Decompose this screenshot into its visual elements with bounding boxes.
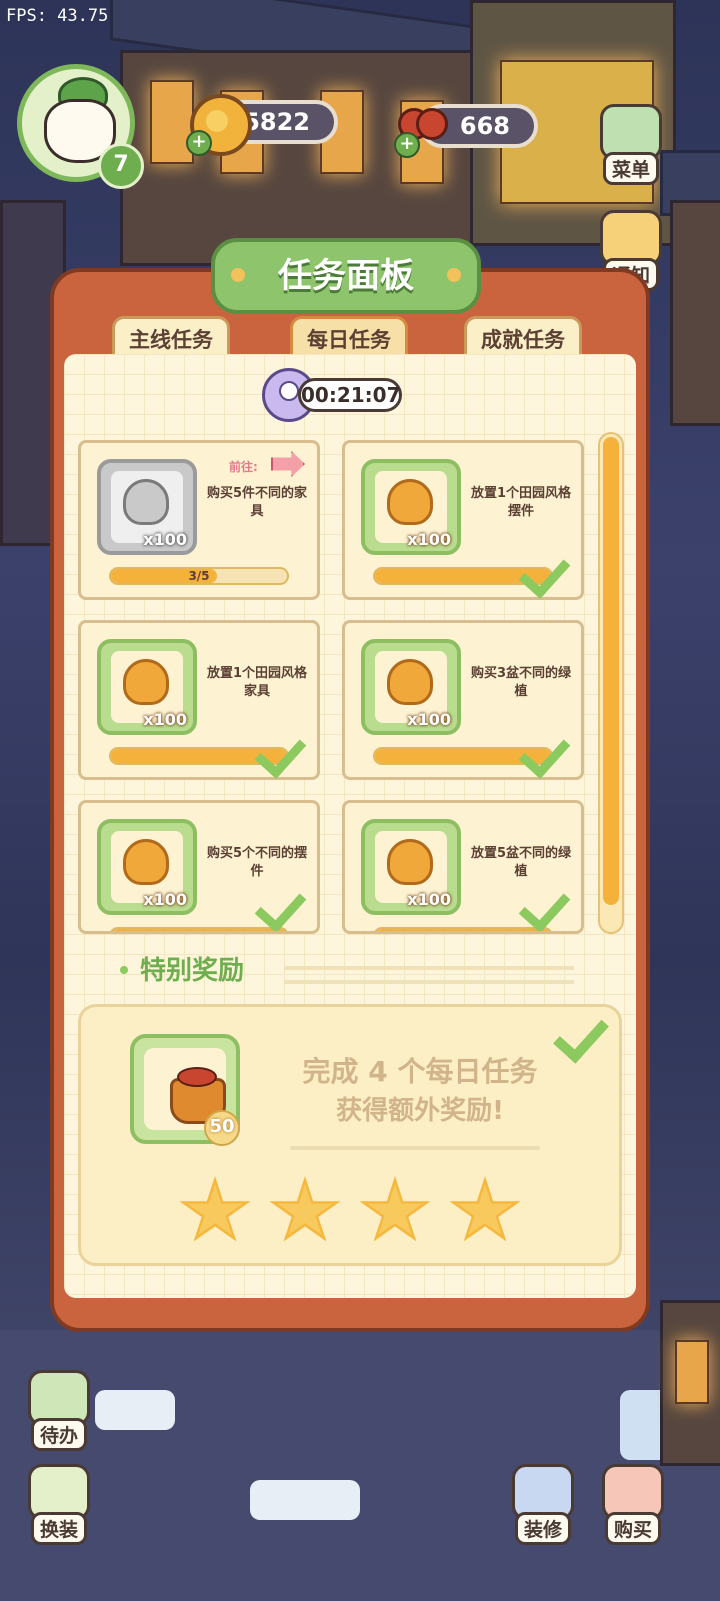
panel-title: 任务面板 [211,238,481,314]
window [150,80,194,164]
player-level-badge: 7 [98,143,144,189]
wood-pile-icon [387,839,433,885]
task-list-scrollbar[interactable] [598,432,624,934]
special-reward-title: 特别奖励 [140,956,245,986]
reset-timer: 00:21:07 [298,378,402,412]
task-description: 购买5个不同的摆件 [206,846,308,879]
add-coins-button[interactable]: + [186,130,212,156]
wood-pile-icon [387,479,433,525]
reward-quantity: x100 [407,530,451,549]
shop-button[interactable]: 购买 [598,1464,668,1545]
reward-divider [290,1146,540,1150]
bullet-dot [120,966,128,974]
todo-label: 待办 [30,1418,87,1451]
task-description: 放置1个田园风格家具 [206,666,308,699]
reward-bonus-text: 获得额外奖励! [336,1096,504,1126]
snow-pile [95,1390,175,1430]
menu-label: 菜单 [602,152,659,185]
check-icon [254,726,307,779]
task-description: 放置5盆不同的绿植 [470,846,572,879]
goto-arrow-icon[interactable] [271,451,305,477]
add-cherries-button[interactable]: + [394,132,420,158]
check-icon [518,546,571,599]
todo-button[interactable]: 待办 [24,1370,94,1451]
wood-pile-icon [387,659,433,705]
dress-button[interactable]: 换装 [24,1464,94,1545]
task-card[interactable]: x100 放置1个田园风格摆件 [342,440,584,600]
wood-pile-icon [123,479,169,525]
task-description: 购买5件不同的家具 [206,486,308,519]
fps-counter: FPS: 43.75 [6,6,109,26]
decorate-label: 装修 [514,1512,571,1545]
furniture-reward-icon: x100 [361,459,461,555]
goto-label: 前往: [229,460,258,474]
check-icon [518,880,571,931]
furniture-reward-icon: x100 [361,819,461,915]
reward-quantity: x100 [407,710,451,729]
furniture-reward-icon: x100 [361,639,461,735]
window [675,1340,709,1404]
task-card[interactable]: x100 购买3盆不同的绿植 [342,620,584,780]
scrollbar-thumb[interactable] [603,437,619,905]
wood-pile-icon [123,659,169,705]
reward-quantity: x100 [143,530,187,549]
task-card[interactable]: x100 购买5件不同的家具 3/5 前往: [78,440,320,600]
task-card[interactable]: x100 放置1个田园风格家具 [78,620,320,780]
dress-label: 换装 [30,1512,87,1545]
reward-quantity: x100 [143,710,187,729]
furniture-reward-icon: x100 [97,819,197,915]
task-progress-bar [109,927,289,931]
decorate-button[interactable]: 装修 [508,1464,578,1545]
task-card[interactable]: x100 购买5个不同的摆件 [78,800,320,934]
reward-quantity: x100 [407,890,451,909]
reward-quantity: 50 [204,1110,240,1146]
task-description: 购买3盆不同的绿植 [470,666,572,699]
reward-condition-text: 完成 4 个每日任务 [302,1055,538,1088]
progress-text: 3/5 [188,569,210,583]
title-divider [284,966,574,984]
progress-fill [111,929,287,931]
snow-pile [250,1480,360,1520]
check-icon [518,726,571,779]
reward-quantity: x100 [143,890,187,909]
furniture-reward-icon: x100 [97,459,197,555]
wood-pile-icon [123,839,169,885]
furniture-reward-icon: x100 [97,639,197,735]
check-icon [254,880,307,931]
progress-fill [375,929,551,931]
task-description: 放置1个田园风格摆件 [470,486,572,519]
shop-label: 购买 [604,1512,661,1545]
task-progress-bar [373,927,553,931]
building [670,200,720,426]
task-card[interactable]: x100 放置5盆不同的绿植 [342,800,584,934]
menu-button[interactable]: 菜单 [596,104,666,185]
